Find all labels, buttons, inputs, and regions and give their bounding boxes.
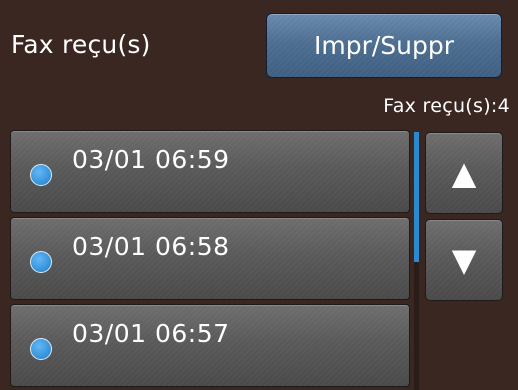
fax-list-item[interactable]: 03/01 06:59 <box>10 130 410 213</box>
radio-button-icon[interactable] <box>30 251 52 273</box>
fax-item-datetime: 03/01 06:59 <box>72 145 230 174</box>
scroll-down-button[interactable]: ▼ <box>425 219 503 301</box>
fax-list: 03/01 06:59 03/01 06:58 03/01 06:57 <box>0 130 414 390</box>
down-arrow-icon: ▼ <box>451 241 477 279</box>
scrollbar-thumb[interactable] <box>414 132 419 262</box>
fax-list-item[interactable]: 03/01 06:57 <box>10 304 410 387</box>
fax-item-datetime: 03/01 06:57 <box>72 319 230 348</box>
fax-list-item[interactable]: 03/01 06:58 <box>10 217 410 300</box>
fax-received-screen: Fax reçu(s) Impr/Suppr Fax reçu(s):4 03/… <box>0 0 518 390</box>
page-title: Fax reçu(s) <box>11 30 151 59</box>
scroll-up-button[interactable]: ▲ <box>425 132 503 214</box>
radio-button-icon[interactable] <box>30 338 52 360</box>
fax-item-datetime: 03/01 06:58 <box>72 232 230 261</box>
print-delete-button[interactable]: Impr/Suppr <box>266 13 502 78</box>
up-arrow-icon: ▲ <box>451 154 477 192</box>
radio-button-icon[interactable] <box>30 164 52 186</box>
fax-count-label: Fax reçu(s):4 <box>383 95 510 117</box>
